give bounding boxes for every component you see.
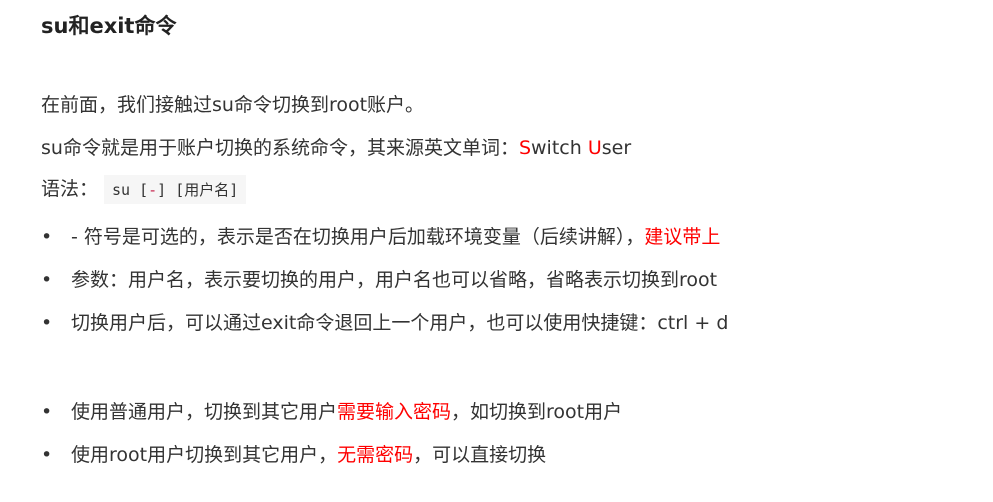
item-text: 参数：用户名，表示要切换的用户，用户名也可以省略，省略表示切换到root <box>71 269 718 291</box>
code-dash: - <box>148 181 158 199</box>
code-part: su [ <box>112 181 149 199</box>
bullet: • <box>41 444 53 466</box>
item-highlight: 建议带上 <box>644 226 721 248</box>
code-part: ] [用户名] <box>157 181 239 199</box>
list-item: • - 符号是可选的，表示是否在切换用户后加载环境变量（后续讲解），建议带上 <box>41 222 720 249</box>
list-item: • 使用root用户切换到其它用户，无需密码，可以直接切换 <box>41 440 546 467</box>
highlight-s: S <box>518 137 532 159</box>
item-highlight: 切换用户后，可以通过exit命令退回上一个用户，也可以使用快捷键：ctrl + … <box>71 312 729 334</box>
item-text: ，可以直接切换 <box>413 444 547 466</box>
bullet: • <box>41 226 53 248</box>
syntax-code: su [-] [用户名] <box>104 175 247 204</box>
item-highlight: 无需密码 <box>337 444 414 466</box>
list-item: • 切换用户后，可以通过exit命令退回上一个用户，也可以使用快捷键：ctrl +… <box>41 308 728 335</box>
highlight-u: U <box>587 137 602 159</box>
item-text: - 符号是可选的，表示是否在切换用户后加载环境变量（后续讲解）， <box>71 226 645 248</box>
syntax-line: 语法： su [-] [用户名] <box>41 174 247 204</box>
intro-paragraph: 在前面，我们接触过su命令切换到root账户。 <box>41 94 425 116</box>
item-text: ，如切换到root用户 <box>451 401 623 423</box>
list-item: • 参数：用户名，表示要切换的用户，用户名也可以省略，省略表示切换到root <box>41 265 717 292</box>
desc-text: su命令就是用于账户切换的系统命令，其来源英文单词： <box>41 137 519 159</box>
bullet: • <box>41 269 53 291</box>
list-item: • 使用普通用户，切换到其它用户需要输入密码，如切换到root用户 <box>41 397 622 424</box>
item-text: 使用root用户切换到其它用户， <box>71 444 338 466</box>
syntax-label: 语法： <box>41 178 99 200</box>
item-highlight: 需要输入密码 <box>337 401 452 423</box>
bullet: • <box>41 312 53 334</box>
bullet: • <box>41 401 53 423</box>
text-ser: ser <box>601 137 632 159</box>
su-description: su命令就是用于账户切换的系统命令，其来源英文单词：Switch User <box>41 133 631 160</box>
item-text: 使用普通用户，切换到其它用户 <box>71 401 338 423</box>
text-witch: witch <box>531 137 588 159</box>
section-title: su和exit命令 <box>41 14 177 38</box>
